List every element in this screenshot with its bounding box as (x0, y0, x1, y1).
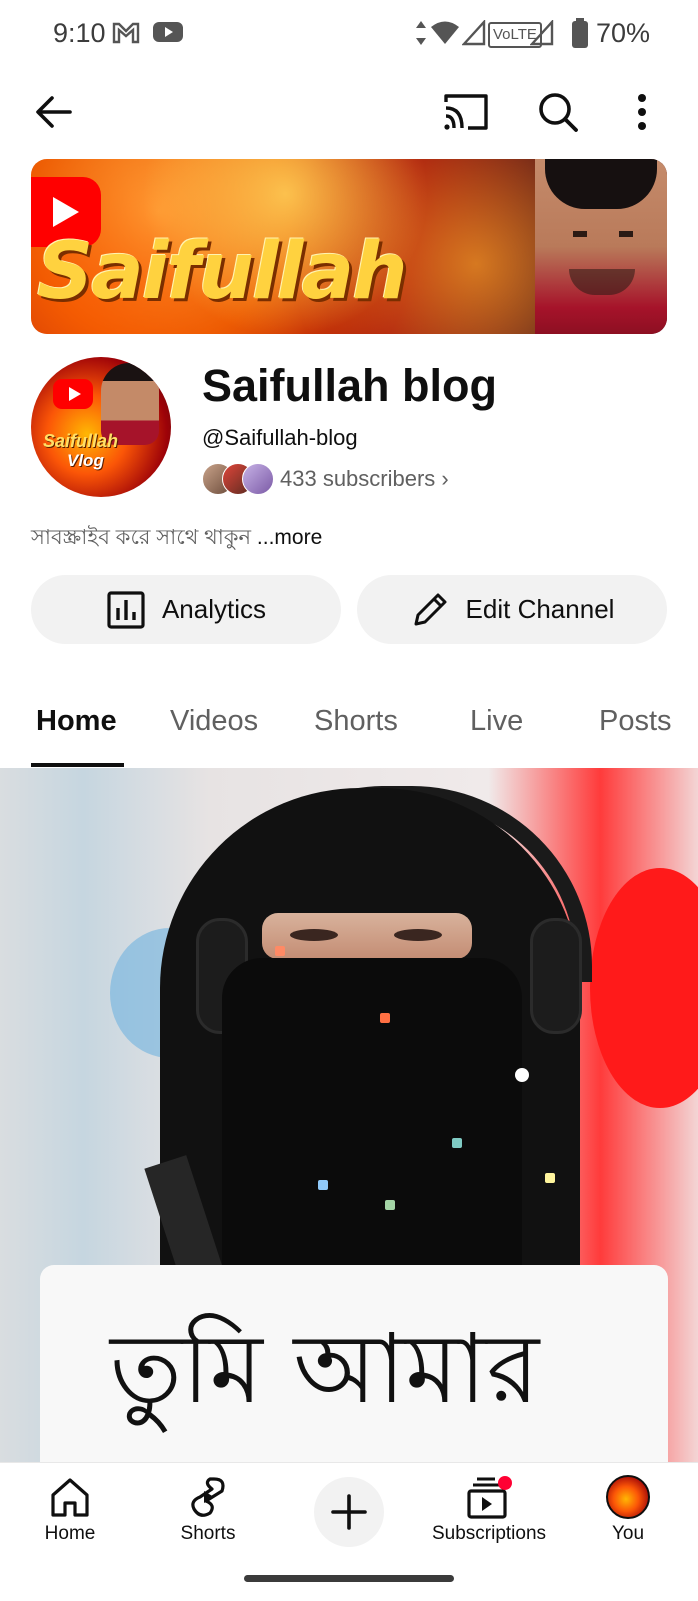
more-vertical-icon (638, 94, 646, 130)
thumbnail-caption-card: তুমি আমার (40, 1265, 668, 1462)
nav-home[interactable]: Home (10, 1475, 130, 1545)
status-bar: 9:10 VoLTE 70% (0, 0, 698, 70)
nav-home-label: Home (44, 1523, 96, 1544)
analytics-button[interactable]: Analytics (31, 575, 341, 644)
gmail-icon (112, 22, 140, 44)
home-icon (51, 1478, 89, 1517)
search-button[interactable] (530, 84, 586, 140)
cast-icon (444, 94, 488, 130)
channel-handle: @Saifullah-blog (202, 425, 358, 450)
nav-you[interactable]: You (568, 1475, 688, 1545)
active-tab-indicator (31, 763, 124, 767)
pencil-icon (414, 593, 447, 625)
thumbnail-caption: তুমি আমার (110, 1313, 540, 1425)
subscriber-avatars (202, 463, 274, 495)
create-button[interactable] (314, 1477, 384, 1547)
arrow-left-icon (36, 96, 72, 128)
channel-avatar[interactable]: Saifullah Vlog (31, 357, 171, 497)
edit-channel-label: Edit Channel (465, 594, 615, 624)
channel-description[interactable]: সাবস্ক্রাইব করে সাথে থাকুন ...more (31, 521, 322, 556)
subscriptions-icon (467, 1476, 512, 1519)
description-text: সাবস্ক্রাইব করে সাথে থাকুন (31, 526, 252, 549)
analytics-label: Analytics (161, 594, 267, 624)
channel-tabs: Home Videos Shorts Live Posts (0, 690, 698, 769)
back-button[interactable] (26, 84, 82, 140)
plus-icon (331, 1494, 367, 1530)
battery-icon (572, 18, 588, 48)
more-button[interactable] (622, 84, 662, 140)
nav-subscriptions-label: Subscriptions (431, 1523, 547, 1544)
shorts-icon (191, 1477, 225, 1517)
signal-icon-2 (530, 20, 554, 46)
status-time: 9:10 (53, 18, 106, 48)
you-avatar (606, 1475, 650, 1519)
search-icon (539, 93, 578, 132)
data-arrows-icon (416, 21, 426, 45)
channel-banner: Saifullah (31, 159, 667, 334)
tab-posts[interactable]: Posts (599, 705, 672, 738)
notification-dot (498, 1476, 512, 1490)
tab-shorts[interactable]: Shorts (314, 705, 398, 738)
nav-you-label: You (611, 1523, 645, 1544)
nav-shorts[interactable]: Shorts (148, 1475, 268, 1545)
featured-video-thumbnail[interactable]: তুমি আমার (0, 768, 698, 1462)
tab-live[interactable]: Live (470, 705, 523, 738)
battery-percent: 70% (596, 18, 651, 48)
wifi-icon (431, 21, 459, 44)
nav-shorts-label: Shorts (180, 1523, 236, 1544)
nav-subscriptions[interactable]: Subscriptions (419, 1475, 559, 1545)
subscriber-count: 433 subscribers (280, 466, 436, 491)
banner-brand-text: Saifullah (37, 227, 408, 317)
signal-icon (462, 20, 486, 46)
youtube-status-icon (153, 22, 183, 42)
subscribers-row[interactable]: 433 subscribers › (202, 462, 449, 496)
home-indicator[interactable] (244, 1575, 454, 1582)
edit-channel-button[interactable]: Edit Channel (357, 575, 667, 644)
banner-portrait (535, 159, 667, 334)
tab-videos[interactable]: Videos (170, 705, 258, 738)
tab-home[interactable]: Home (36, 705, 117, 738)
avatar-text-2: Vlog (67, 451, 104, 470)
headphone-right (530, 918, 582, 1034)
analytics-icon (107, 590, 145, 629)
channel-name: Saifullah blog (202, 360, 498, 411)
avatar-text-1: Saifullah (43, 431, 119, 451)
cast-button[interactable] (438, 84, 494, 140)
more-link[interactable]: ...more (257, 526, 322, 549)
chevron-right-icon: › (441, 466, 449, 491)
